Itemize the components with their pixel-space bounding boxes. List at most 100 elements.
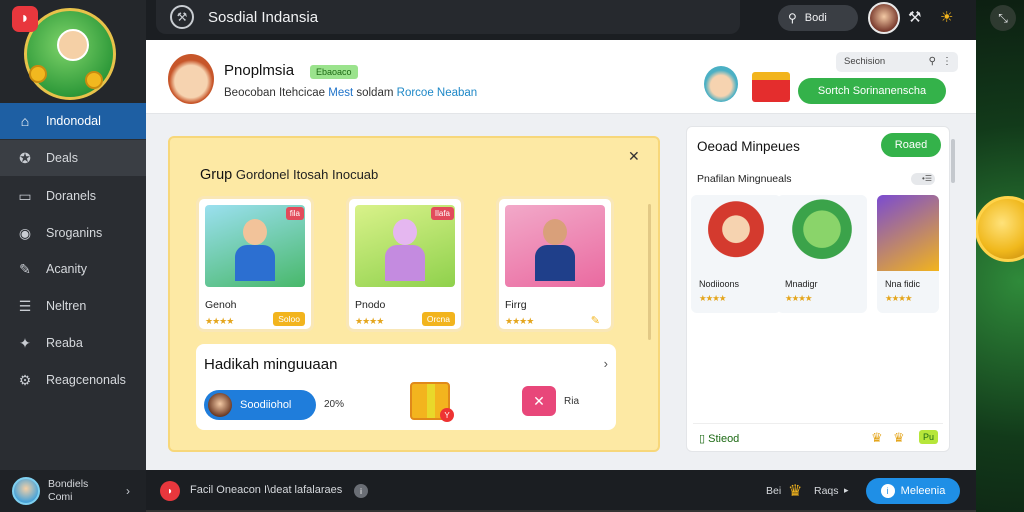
sidebar: ◗ ⌂ Indonodal ✪ Deals ▭ Doranels ◉ Sroga… — [0, 0, 146, 512]
toggle-switch[interactable]: •☰ — [911, 173, 935, 185]
coin-icon — [29, 65, 47, 83]
person-body — [535, 245, 575, 281]
card-chip[interactable]: Soloo — [273, 312, 305, 326]
game-name: Nodiioons — [699, 279, 740, 289]
gift-ribbon — [427, 384, 435, 418]
weekly-title: Hadikah minguuaan — [204, 356, 338, 373]
megaphone-icon: ✦ — [19, 334, 31, 351]
bottom-label: Bei — [766, 485, 782, 497]
share-label: Ria — [564, 396, 580, 407]
profile-header: Pnoplmsia Ebaoaco Beocoban Itehcicae Mes… — [146, 40, 976, 114]
page-title: Sosdial Indansia — [208, 8, 319, 26]
subtitle-link[interactable]: Rorcoe Neaban — [397, 87, 478, 99]
info-icon: i — [880, 484, 895, 498]
share-icon[interactable]: ✕ — [522, 386, 556, 416]
games-panel: Oeoad Minpeues Roaed Pnafilan Mingnueals… — [686, 126, 955, 452]
card-chip[interactable]: Orcna — [421, 312, 455, 326]
gift-icon[interactable] — [752, 72, 790, 102]
coin-icon — [85, 71, 103, 89]
chevron-down-icon[interactable]: ▸ — [844, 485, 849, 496]
profile-subtitle: Beocoban Itehcicae Mest soldam Rorcoe Ne… — [224, 87, 477, 99]
group-card[interactable]: Ilafa Pnodo ★★★★ Orcna — [346, 196, 464, 332]
chevron-right-icon[interactable]: › — [126, 484, 130, 498]
price-tag: fila — [285, 207, 304, 220]
scrollbar[interactable] — [648, 204, 651, 340]
mascot-face — [57, 29, 89, 61]
status-badge: Ebaoaco — [310, 65, 358, 79]
sidebar-item-deals[interactable]: ✪ Deals — [0, 140, 146, 176]
game-name: Nna fidic — [885, 279, 921, 289]
scrollbar[interactable] — [951, 139, 955, 183]
bottom-action-button[interactable]: i Meleenia — [866, 478, 960, 504]
primary-cta-button[interactable]: Sortch Sorinanenscha — [798, 78, 946, 104]
tools-icon[interactable]: ⚒ — [908, 8, 921, 26]
sidebar-item-reaba[interactable]: ✦ Reaba — [0, 325, 146, 361]
sidebar-item-label: Indonodal — [46, 114, 101, 128]
profile-search-field[interactable]: Sechision ⚲ ⋮ — [836, 52, 958, 72]
progress-percent: 20% — [324, 399, 345, 410]
gift-icon[interactable]: Y — [410, 382, 454, 422]
more-icon[interactable]: ⋮ — [942, 52, 952, 72]
star-rating: ★★★★ — [699, 293, 727, 303]
subtitle-text: Beocoban Itehcicae — [224, 87, 326, 99]
tools-icon[interactable]: ⚒ — [170, 5, 194, 29]
avatar — [208, 393, 232, 417]
chevron-right-icon[interactable]: › — [604, 356, 608, 371]
sidebar-item-label: Doranels — [46, 189, 97, 203]
main-content: Pnoplmsia Ebaoaco Beocoban Itehcicae Mes… — [146, 40, 976, 470]
games-subtitle: Pnafilan Mingnueals — [697, 173, 792, 185]
user-avatar[interactable] — [868, 2, 900, 34]
user-name: Bondiels — [48, 478, 89, 490]
status-text: Facil Oneacon I\deat lafalaraes — [190, 484, 343, 496]
footer-badge: Pu — [919, 430, 939, 444]
bottom-bar: ◗ Facil Oneacon I\deat lafalaraes i Bei … — [146, 470, 976, 512]
game-tile[interactable]: Mnadigr ★★★★ — [777, 195, 867, 313]
person-head — [543, 219, 567, 245]
subtitle-link[interactable]: Mest — [328, 87, 353, 99]
group-title-main: Grup — [200, 167, 233, 183]
search-button[interactable]: ⚲ Bodi — [778, 5, 858, 31]
group-card[interactable]: Firrg ★★★★ ✎ — [496, 196, 614, 332]
crown-icon[interactable]: ♛ — [788, 481, 802, 501]
sidebar-item-doranels[interactable]: ▭ Doranels — [0, 178, 146, 214]
user-profile-bar[interactable]: Bondiels Comi › — [0, 470, 146, 512]
sidebar-item-sroganins[interactable]: ◉ Sroganins — [0, 215, 146, 251]
trophy-icon[interactable]: ☀ — [940, 8, 953, 26]
group-title-rest: Gordonel Itosah Inocuab — [235, 167, 379, 182]
game-tile[interactable]: Nna fidic ★★★★ — [877, 195, 939, 313]
person-illustration — [235, 219, 275, 281]
search-icon: ⚲ — [928, 56, 936, 67]
user-info: Bondiels Comi — [48, 478, 88, 504]
sidebar-item-label: Deals — [46, 151, 78, 165]
weekly-claim-button[interactable]: Soodiiohol — [204, 390, 316, 420]
card-name: Genoh — [205, 299, 237, 311]
crown-icon[interactable]: ♛ — [871, 430, 883, 446]
close-icon[interactable]: ✕ — [628, 148, 640, 165]
expand-icon[interactable]: ⤡ — [990, 5, 1016, 31]
person-illustration — [385, 219, 425, 281]
search-icon: ⚲ — [788, 11, 797, 25]
app-logo[interactable]: ◗ — [160, 481, 180, 501]
app-logo[interactable]: ◗ — [12, 6, 38, 32]
games-action-button[interactable]: Roaed — [881, 133, 941, 157]
card-name: Firrg — [505, 299, 527, 311]
crown-icon[interactable]: ♛ — [893, 430, 905, 446]
info-icon[interactable]: i — [354, 484, 368, 498]
group-card[interactable]: fila Genoh ★★★★ Soloo — [196, 196, 314, 332]
home-icon: ⌂ — [20, 113, 30, 129]
sidebar-item-neltren[interactable]: ☰ Neltren — [0, 288, 146, 324]
deals-icon: ✪ — [19, 149, 31, 166]
edit-icon[interactable]: ✎ — [586, 312, 605, 329]
weekly-rewards-card: Hadikah minguuaan › Soodiiohol 20% Y ✕ R… — [196, 344, 616, 430]
person-body — [385, 245, 425, 281]
sidebar-item-acanity[interactable]: ✎ Acanity — [0, 251, 146, 287]
person-head — [393, 219, 417, 245]
brand-area: ◗ — [0, 0, 146, 103]
sidebar-item-home[interactable]: ⌂ Indonodal — [0, 103, 146, 139]
star-rating: ★★★★ — [785, 293, 813, 303]
game-tile[interactable]: Nodiioons ★★★★ — [691, 195, 781, 313]
person-illustration — [535, 219, 575, 281]
footer-label: ▯ Stieod — [699, 433, 740, 445]
sidebar-item-label: Reaba — [46, 336, 83, 350]
sidebar-item-reagcenonals[interactable]: ⚙ Reagcenonals — [0, 362, 146, 398]
